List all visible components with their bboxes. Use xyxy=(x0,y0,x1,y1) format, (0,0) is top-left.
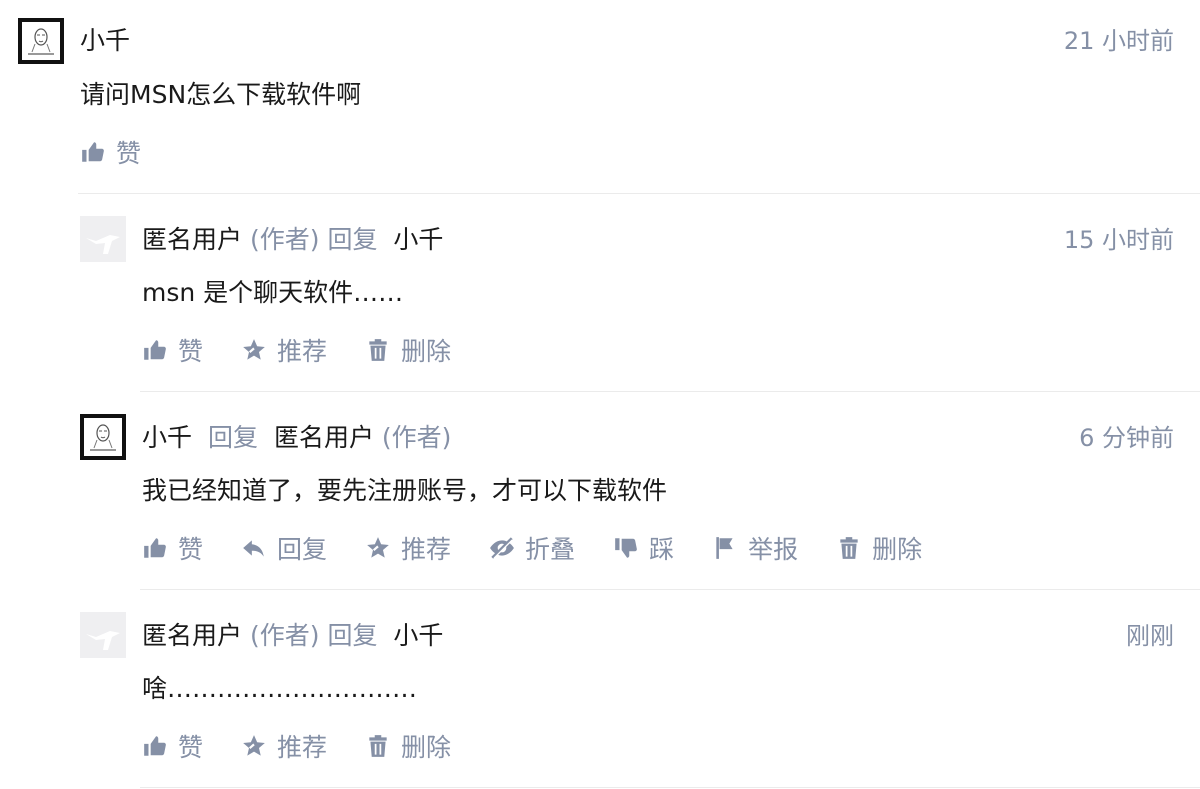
star-icon xyxy=(365,535,391,561)
avatar[interactable] xyxy=(80,612,126,658)
like-button[interactable]: 赞 xyxy=(142,332,203,368)
star-icon xyxy=(241,733,267,759)
author-name[interactable]: 小千 xyxy=(80,26,130,55)
timestamp: 6 分钟前 xyxy=(1079,424,1174,452)
fold-button[interactable]: 折叠 xyxy=(489,530,575,566)
recommend-button[interactable]: 推荐 xyxy=(365,530,451,566)
thumbs-down-icon xyxy=(613,535,639,561)
action-bar: 赞 回复 推荐 折叠 踩 举报 删除 xyxy=(142,528,960,568)
avatar[interactable] xyxy=(80,216,126,262)
comment-text: 我已经知道了，要先注册账号，才可以下载软件 xyxy=(142,476,668,505)
thumbs-up-icon xyxy=(142,733,168,759)
avatar[interactable] xyxy=(18,18,64,64)
comment-item: 匿名用户 (作者) 回复 小千 刚刚 啥………………………… 赞 推荐 删除 xyxy=(80,612,1200,788)
anonymous-avatar-icon xyxy=(80,612,126,658)
comment-item: 匿名用户 (作者) 回复 小千 15 小时前 msn 是个聊天软件…… 赞 推荐… xyxy=(80,216,1200,392)
reply-to-tag: (作者) xyxy=(381,423,452,452)
delete-button[interactable]: 删除 xyxy=(365,728,451,764)
author-tag: (作者) xyxy=(249,621,320,650)
recommend-button[interactable]: 推荐 xyxy=(241,332,327,368)
dislike-button[interactable]: 踩 xyxy=(613,530,674,566)
divider xyxy=(140,787,1200,788)
comment-text: msn 是个聊天软件…… xyxy=(142,278,404,307)
delete-button[interactable]: 删除 xyxy=(836,530,922,566)
divider xyxy=(78,193,1200,194)
action-bar: 赞 推荐 删除 xyxy=(142,726,489,766)
report-button[interactable]: 举报 xyxy=(712,530,798,566)
comment-item: 小千 回复 匿名用户 (作者) 6 分钟前 我已经知道了，要先注册账号，才可以下… xyxy=(80,414,1200,590)
reply-label: 回复 xyxy=(327,621,378,650)
sketch-face-avatar-icon xyxy=(22,22,60,60)
recommend-button[interactable]: 推荐 xyxy=(241,728,327,764)
timestamp: 21 小时前 xyxy=(1063,27,1174,55)
like-button[interactable]: 赞 xyxy=(80,134,141,170)
reply-to-name[interactable]: 小千 xyxy=(393,621,443,650)
like-button[interactable]: 赞 xyxy=(142,728,203,764)
reply-label: 回复 xyxy=(207,423,258,452)
author-name[interactable]: 小千 xyxy=(142,423,192,452)
comment-item: 小千 21 小时前 请问MSN怎么下载软件啊 赞 xyxy=(18,18,1200,194)
action-bar: 赞 xyxy=(80,132,179,172)
eye-slash-icon xyxy=(489,535,515,561)
avatar[interactable] xyxy=(80,414,126,460)
star-icon xyxy=(241,337,267,363)
sketch-face-avatar-icon xyxy=(84,418,122,456)
divider xyxy=(140,391,1200,392)
timestamp: 15 小时前 xyxy=(1063,226,1174,254)
anonymous-avatar-icon xyxy=(80,216,126,262)
trash-icon xyxy=(365,337,391,363)
flag-icon xyxy=(712,535,738,561)
thumbs-up-icon xyxy=(142,535,168,561)
reply-to-name[interactable]: 小千 xyxy=(393,225,443,254)
comment-text: 请问MSN怎么下载软件啊 xyxy=(80,80,362,109)
divider xyxy=(140,589,1200,590)
reply-arrow-icon xyxy=(241,535,267,561)
timestamp: 刚刚 xyxy=(1126,622,1174,650)
delete-button[interactable]: 删除 xyxy=(365,332,451,368)
author-name[interactable]: 匿名用户 xyxy=(142,621,242,650)
action-bar: 赞 推荐 删除 xyxy=(142,330,489,370)
trash-icon xyxy=(836,535,862,561)
reply-to-name[interactable]: 匿名用户 xyxy=(274,423,374,452)
trash-icon xyxy=(365,733,391,759)
like-button[interactable]: 赞 xyxy=(142,530,203,566)
reply-button[interactable]: 回复 xyxy=(241,530,327,566)
thumbs-up-icon xyxy=(142,337,168,363)
thumbs-up-icon xyxy=(80,139,106,165)
author-name[interactable]: 匿名用户 xyxy=(142,225,242,254)
reply-label: 回复 xyxy=(327,225,378,254)
author-tag: (作者) xyxy=(249,225,320,254)
comment-text: 啥………………………… xyxy=(142,674,418,703)
